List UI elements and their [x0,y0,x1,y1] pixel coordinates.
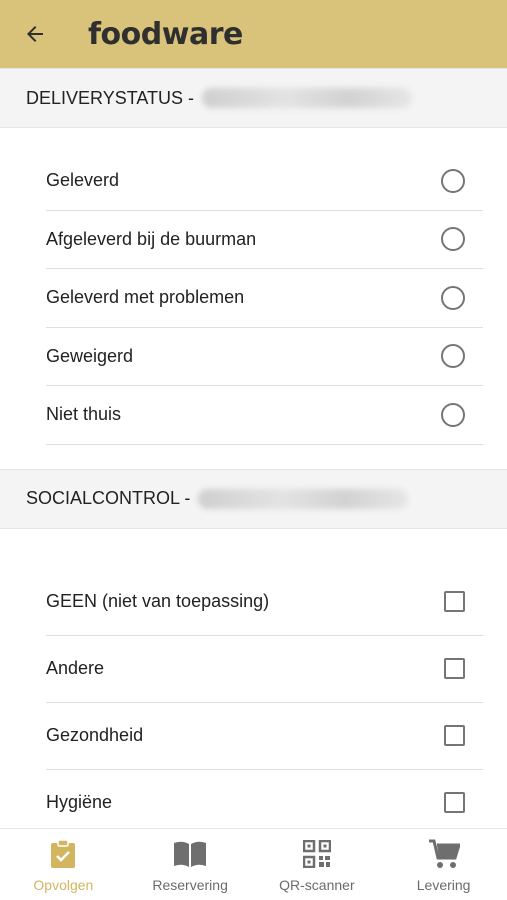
nav-label: Levering [416,877,471,893]
checkbox[interactable] [444,725,465,746]
checkbox-option-geen[interactable]: GEEN (niet van toepassing) [46,569,483,636]
book-icon [172,837,208,871]
radio-button[interactable] [441,168,465,193]
main-content: DELIVERYSTATUS - Geleverd Afgeleverd bij… [0,68,507,828]
bottom-navigation: Opvolgen Reservering QR-scanner Levering [0,828,507,900]
nav-item-qr-scanner[interactable]: QR-scanner [254,829,381,900]
radio-button[interactable] [441,344,465,369]
arrow-left-icon [27,26,43,42]
checkbox-option-hygiene[interactable]: Hygiëne [46,770,483,829]
option-label: GEEN (niet van toepassing) [46,591,270,611]
option-label: Andere [46,658,105,678]
socialcontrol-list: GEEN (niet van toepassing) Andere Gezond… [0,529,507,829]
nav-label: Reservering [152,877,228,893]
back-button[interactable] [18,17,52,51]
deliverystatus-title: DELIVERYSTATUS - [26,87,195,108]
nav-item-opvolgen[interactable]: Opvolgen [0,829,127,900]
app-logo: foodware [88,16,243,52]
deliverystatus-list: Geleverd Afgeleverd bij de buurman Gelev… [0,128,507,469]
redacted-text [198,488,409,509]
option-label: Geleverd [46,170,120,191]
nav-item-reservering[interactable]: Reservering [127,829,254,900]
option-label: Hygiëne [46,792,113,812]
checkbox-option-andere[interactable]: Andere [46,636,483,703]
radio-option-geleverd-problemen[interactable]: Geleverd met problemen [46,269,483,328]
checkbox[interactable] [444,792,465,813]
cart-icon [426,837,462,871]
redacted-text [202,88,413,108]
clipboard-check-icon [45,837,81,871]
app-header: foodware [0,0,507,68]
checkbox[interactable] [444,591,465,612]
radio-option-geweigerd[interactable]: Geweigerd [46,328,483,386]
option-label: Niet thuis [46,404,122,425]
nav-label: Opvolgen [33,877,94,893]
checkbox-option-gezondheid[interactable]: Gezondheid [46,703,483,770]
socialcontrol-title: SOCIALCONTROL - [26,488,191,508]
checkbox[interactable] [444,658,465,679]
nav-item-levering[interactable]: Levering [380,829,507,900]
option-label: Afgeleverd bij de buurman [46,228,257,249]
option-label: Geleverd met problemen [46,287,245,308]
socialcontrol-header: SOCIALCONTROL - [0,468,507,529]
qr-code-icon [299,837,335,871]
radio-button[interactable] [441,285,465,310]
radio-option-niet-thuis[interactable]: Niet thuis [46,386,483,445]
option-label: Geweigerd [46,345,134,366]
nav-label: QR-scanner [279,877,355,893]
deliverystatus-header: DELIVERYSTATUS - [0,68,507,128]
radio-button[interactable] [441,227,465,252]
option-label: Gezondheid [46,725,144,745]
radio-option-geleverd[interactable]: Geleverd [46,152,483,211]
radio-option-afgeleverd-buurman[interactable]: Afgeleverd bij de buurman [46,211,483,269]
radio-button[interactable] [441,402,465,427]
